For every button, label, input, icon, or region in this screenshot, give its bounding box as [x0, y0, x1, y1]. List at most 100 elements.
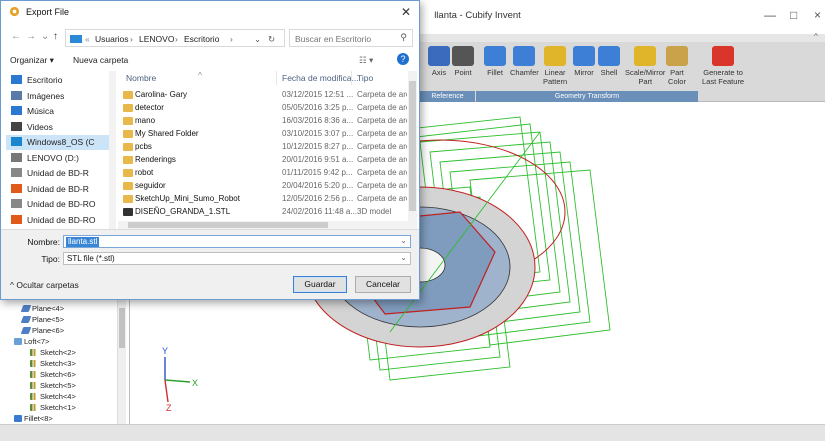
tree-item-plane[interactable]: Plane<6> — [20, 326, 64, 336]
feature-tree-scrollbar[interactable] — [117, 300, 126, 424]
file-list-vscroll-thumb[interactable] — [409, 81, 416, 211]
mirror-button[interactable]: Mirror — [573, 46, 595, 77]
breadcrumb-overflow[interactable]: « — [85, 34, 90, 44]
new-folder-button[interactable]: Nueva carpeta — [73, 55, 128, 65]
column-type-header[interactable]: Tipo — [357, 73, 373, 83]
column-separator[interactable] — [351, 71, 352, 85]
back-arrow-icon[interactable]: ← — [11, 31, 21, 42]
filetype-dropdown-icon[interactable]: ⌄ — [400, 253, 407, 262]
nav-item-bd-drive[interactable]: Unidad de BD-R — [11, 182, 111, 197]
axis-y-label: Y — [162, 346, 168, 356]
point-button[interactable]: Point — [452, 46, 474, 77]
axis-button[interactable]: Axis — [428, 46, 450, 77]
nav-item-pictures[interactable]: Imágenes — [11, 89, 111, 104]
cancel-button[interactable]: Cancelar — [355, 276, 411, 293]
sketch-icon — [30, 404, 38, 411]
nav-item-bd-drive[interactable]: Unidad de BD-RO — [11, 197, 111, 212]
filename-field[interactable]: llanta.stl ⌄ — [63, 235, 411, 248]
nav-item-label: Videos — [27, 121, 53, 132]
hide-folders-toggle[interactable]: ^ Ocultar carpetas — [10, 280, 79, 290]
search-icon[interactable]: ⚲ — [400, 32, 407, 43]
nav-item-label: Escritorio — [27, 75, 63, 85]
filename-dropdown-icon[interactable]: ⌄ — [400, 236, 407, 245]
file-row[interactable]: seguidor 20/04/2016 5:20 p... Carpeta de a… — [118, 180, 407, 191]
minimize-icon[interactable]: — — [764, 8, 776, 22]
nav-item-desktop[interactable]: Escritorio — [11, 73, 111, 88]
save-button[interactable]: Guardar — [293, 276, 347, 293]
file-date: 20/01/2016 9:51 a... — [282, 155, 354, 164]
file-date: 12/05/2016 2:56 p... — [282, 194, 354, 203]
up-arrow-icon[interactable]: ↑ — [53, 31, 58, 42]
bd-drive-icon — [11, 168, 22, 177]
nav-scrollbar[interactable] — [109, 71, 116, 229]
shell-button[interactable]: Shell — [598, 46, 620, 77]
feature-tree-scroll-thumb[interactable] — [119, 308, 125, 348]
tree-item-sketch[interactable]: Sketch<3> — [30, 359, 76, 369]
tree-item-sketch[interactable]: Sketch<5> — [30, 381, 76, 391]
tree-item-label: Sketch<6> — [40, 370, 76, 379]
column-name-header[interactable]: Nombre — [126, 73, 156, 83]
tree-item-label: Plane<5> — [32, 315, 65, 324]
file-row[interactable]: SketchUp_Mini_Sumo_Robot 12/05/2016 2:56 … — [118, 193, 407, 204]
nav-item-lenovo-drive[interactable]: LENOVO (D:) — [11, 151, 111, 166]
chamfer-button[interactable]: Chamfer — [510, 46, 539, 77]
view-options-icon[interactable]: ☷ ▾ — [359, 55, 373, 66]
column-separator[interactable] — [276, 71, 277, 85]
tree-item-sketch[interactable]: Sketch<4> — [30, 392, 76, 402]
address-dropdown-icon[interactable]: ⌄ — [254, 34, 261, 45]
file-row[interactable]: pcbs 10/12/2015 8:27 p...Carpeta de archi… — [118, 141, 407, 152]
search-box[interactable]: ⚲ — [289, 29, 413, 47]
file-row[interactable]: My Shared Folder 03/10/2015 3:07 p... Carp… — [118, 128, 407, 139]
search-input[interactable] — [295, 32, 395, 45]
file-row[interactable]: detector 05/05/2016 3:25 p... Carpeta de a… — [118, 102, 407, 113]
tree-item-fillet[interactable]: Fillet<8> — [14, 414, 53, 424]
close-icon[interactable]: × — [814, 8, 821, 22]
scale-mirror-part-icon — [634, 46, 657, 66]
nav-item-bd-drive[interactable]: Unidad de BD-RO — [11, 213, 111, 228]
part-color-button[interactable]: Part Color — [666, 46, 688, 86]
column-date-header[interactable]: Fecha de modifica... — [282, 73, 359, 83]
nav-item-videos[interactable]: Videos — [11, 120, 111, 135]
sort-ascending-icon: ^ — [198, 70, 202, 80]
file-list-hscrollbar[interactable] — [118, 221, 417, 229]
file-row[interactable]: mano 16/03/2016 8:36 a...Carpeta de archi… — [118, 115, 407, 126]
nav-item-bd-drive[interactable]: Unidad de BD-R — [11, 166, 111, 181]
file-row[interactable]: robot 01/11/2015 9:42 p... Carpeta de arch… — [118, 167, 407, 178]
filetype-select[interactable]: STL file (*.stl) ⌄ — [63, 252, 411, 265]
scale-mirror-part-button[interactable]: Scale/Mirror Part — [625, 46, 665, 86]
tree-item-plane[interactable]: Plane<4> — [20, 304, 64, 314]
file-list-hscroll-thumb[interactable] — [128, 222, 328, 228]
file-list-vscrollbar[interactable] — [408, 71, 417, 221]
nav-item-label: Unidad de BD-RO — [27, 214, 96, 225]
generate-to-last-feature-button[interactable]: Generate to Last Feature — [702, 46, 744, 86]
tree-item-plane[interactable]: Plane<5> — [20, 315, 65, 325]
address-bar[interactable]: « Usuarios › LENOVO › Escritorio › ⌄ ↻ — [65, 29, 285, 47]
file-row[interactable]: Carolina- Gary 03/12/2015 12:51 ... Carpet… — [118, 89, 407, 100]
filename-value[interactable]: llanta.stl — [66, 237, 100, 247]
tree-item-sketch[interactable]: Sketch<6> — [30, 370, 76, 380]
forward-arrow-icon[interactable]: → — [26, 31, 36, 42]
file-date: 20/04/2016 5:20 p... — [282, 181, 354, 190]
recent-locations-icon[interactable]: ⌄ — [41, 31, 49, 42]
plane-icon — [20, 305, 32, 312]
maximize-icon[interactable]: □ — [790, 8, 797, 22]
tree-item-sketch[interactable]: Sketch<1> — [30, 403, 76, 413]
organize-menu[interactable]: Organizar ▾ — [10, 55, 54, 66]
breadcrumb-lenovo[interactable]: LENOVO — [139, 34, 174, 44]
nav-item-windows-drive[interactable]: Windows8_OS (C — [6, 135, 109, 150]
file-row[interactable]: Renderings 20/01/2016 9:51 a... Carpeta de… — [118, 154, 407, 165]
breadcrumb-escritorio[interactable]: Escritorio — [184, 34, 219, 44]
linear-pattern-button[interactable]: Linear Pattern — [543, 46, 567, 86]
nav-item-music[interactable]: Música — [11, 104, 111, 119]
tree-item-sketch[interactable]: Sketch<2> — [30, 348, 76, 358]
tree-item-loft[interactable]: Loft<7> — [14, 337, 49, 347]
folder-icon — [123, 156, 133, 164]
folder-icon — [123, 182, 133, 190]
ribbon-collapse-icon[interactable]: ^ — [814, 32, 818, 41]
file-row[interactable]: DISEÑO_GRANDA_1.STL 24/02/2016 11:48 a...… — [118, 206, 406, 217]
breadcrumb-usuarios[interactable]: Usuarios — [95, 34, 129, 44]
refresh-icon[interactable]: ↻ — [268, 34, 275, 45]
dialog-close-icon[interactable]: ✕ — [401, 5, 411, 19]
help-icon[interactable]: ? — [397, 53, 409, 65]
fillet-button[interactable]: Fillet — [484, 46, 506, 77]
